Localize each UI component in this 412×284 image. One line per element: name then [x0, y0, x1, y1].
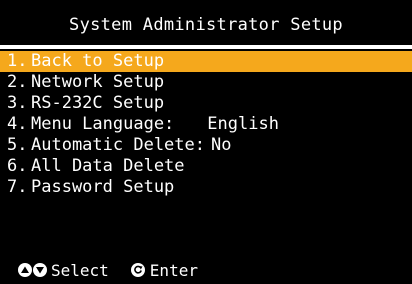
menu-item-number: 7.	[7, 177, 28, 197]
page-title: System Administrator Setup	[69, 15, 343, 35]
enter-hint-label: Enter	[149, 260, 198, 280]
menu-item-label: Automatic Delete:	[31, 135, 205, 155]
menu-item-rs232c-setup[interactable]: 3. RS-232C Setup	[0, 93, 412, 114]
up-arrow-icon	[18, 263, 32, 277]
admin-setup-screen: System Administrator Setup 1. Back to Se…	[0, 0, 412, 284]
menu-item-label: Back to Setup	[31, 51, 165, 71]
menu-item-number: 3.	[7, 93, 28, 113]
menu-item-number: 2.	[7, 72, 28, 92]
menu-item-menu-language[interactable]: 4. Menu Language: English	[0, 114, 412, 135]
setup-menu: 1. Back to Setup 2. Network Setup 3. RS-…	[0, 51, 412, 198]
menu-item-label: Menu Language:	[31, 114, 175, 134]
menu-item-network-setup[interactable]: 2. Network Setup	[0, 72, 412, 93]
menu-item-automatic-delete[interactable]: 5. Automatic Delete: No	[0, 135, 412, 156]
menu-item-label: All Data Delete	[31, 156, 185, 176]
menu-item-label: Password Setup	[31, 177, 175, 197]
menu-item-all-data-delete[interactable]: 6. All Data Delete	[0, 156, 412, 177]
down-arrow-icon	[33, 263, 47, 277]
menu-item-number: 5.	[7, 135, 28, 155]
footer-hints: Select Enter	[18, 259, 198, 281]
menu-item-back-to-setup[interactable]: 1. Back to Setup	[0, 51, 412, 72]
select-hint-label: Select	[51, 260, 109, 280]
enter-icon	[130, 263, 145, 277]
menu-item-password-setup[interactable]: 7. Password Setup	[0, 177, 412, 198]
menu-item-label: Network Setup	[31, 72, 165, 92]
menu-item-label: RS-232C Setup	[31, 93, 165, 113]
menu-language-value: English	[207, 114, 279, 134]
automatic-delete-value: No	[211, 135, 232, 155]
menu-item-number: 1.	[7, 51, 28, 71]
menu-item-number: 4.	[7, 114, 28, 134]
title-divider	[0, 45, 412, 49]
menu-item-number: 6.	[7, 156, 28, 176]
